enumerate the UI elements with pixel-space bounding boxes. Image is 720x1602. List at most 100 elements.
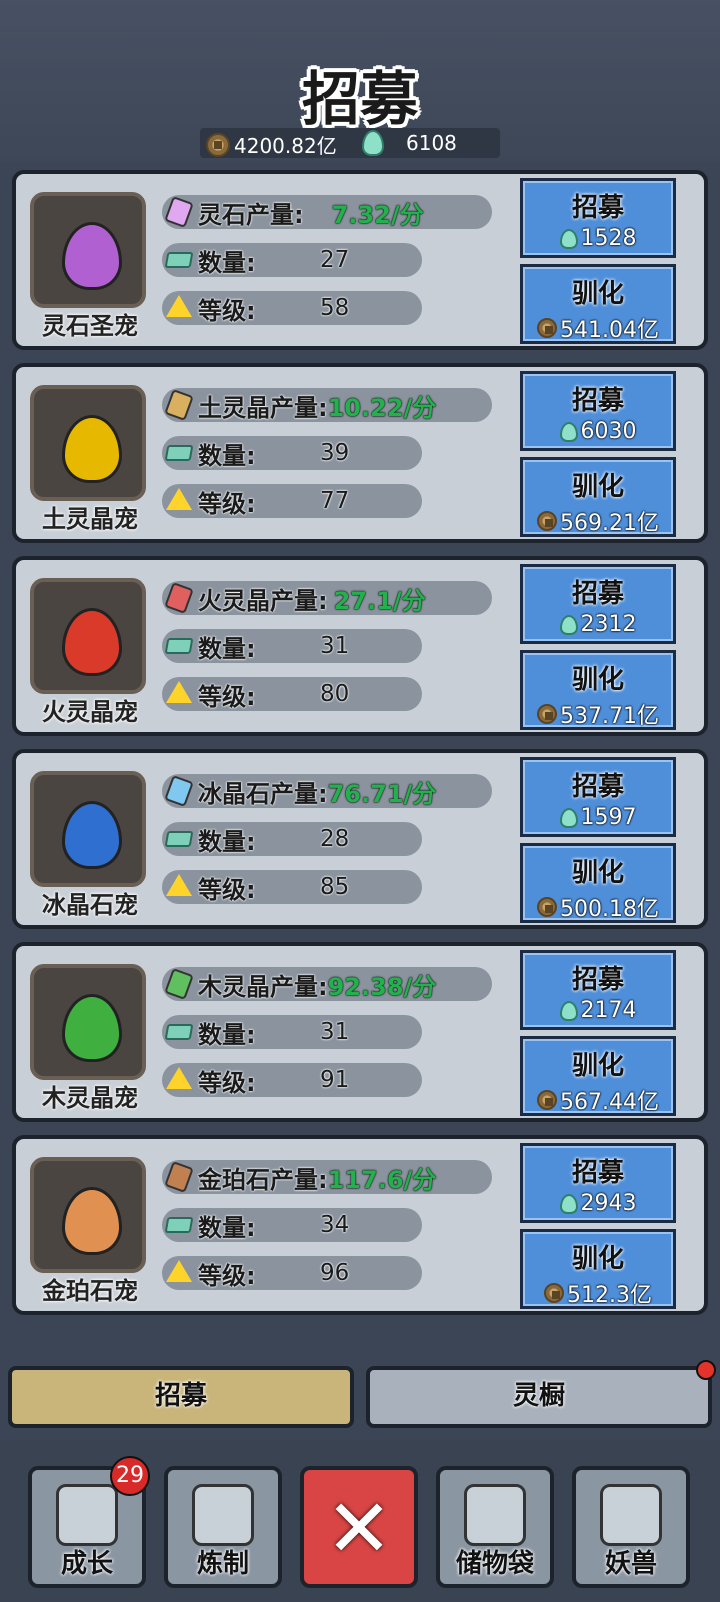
tame-cost-value: 537.71亿 — [560, 704, 659, 729]
count-row: 数量: 34 — [162, 1207, 422, 1243]
header-bar: 招募 4200.82亿 6108 — [0, 0, 720, 162]
production-rate: 92.38/分 — [327, 972, 437, 1001]
layers-icon — [164, 631, 194, 661]
recruit-cost: 2312 — [523, 612, 673, 637]
tame-button[interactable]: 驯化 537.71亿 — [520, 650, 676, 730]
dock-monster-button[interactable]: 妖兽 — [572, 1466, 690, 1588]
recruit-button[interactable]: 招募 2943 — [520, 1143, 676, 1223]
level-value: 77 — [320, 488, 350, 514]
count-value: 34 — [320, 1212, 350, 1238]
level-up-arrow-icon — [164, 1065, 194, 1095]
hammer-anvil-icon — [192, 1484, 254, 1546]
spirit-balance: 6108 — [362, 130, 457, 156]
layers-shape — [164, 445, 194, 461]
tame-button[interactable]: 驯化 569.21亿 — [520, 457, 676, 537]
pet-sprite-icon — [62, 801, 122, 869]
gem-icon — [164, 968, 194, 1000]
tab-recruit[interactable]: 招募 — [8, 1366, 354, 1428]
production-row: 木灵晶产量: 92.38/分 — [162, 966, 492, 1002]
arrow-shape — [166, 1260, 192, 1282]
count-row: 数量: 31 — [162, 628, 422, 664]
dock-growth-button[interactable]: 成长 29 — [28, 1456, 150, 1588]
recruit-cost-value: 6030 — [580, 419, 637, 444]
coin-icon — [537, 704, 557, 724]
pet-sprite-icon — [62, 222, 122, 290]
level-value: 96 — [320, 1260, 350, 1286]
level-value: 58 — [320, 295, 350, 321]
gem-icon — [164, 582, 194, 614]
level-label: 等级: — [198, 1068, 256, 1097]
dock-growth-label: 成长 — [60, 1549, 113, 1579]
layers-icon — [164, 245, 194, 275]
coin-icon — [544, 1283, 564, 1303]
recruit-button[interactable]: 招募 1597 — [520, 757, 676, 837]
production-label: 金珀石产量: — [198, 1165, 328, 1194]
count-label: 数量: — [198, 248, 256, 277]
spirit-flame-icon — [559, 1193, 578, 1214]
coin-icon — [537, 897, 557, 917]
recruit-cost-value: 1597 — [580, 805, 637, 830]
growth-badge: 29 — [110, 1456, 150, 1496]
coin-amount: 4200.82亿 — [234, 134, 337, 158]
tame-label: 驯化 — [571, 1051, 624, 1081]
tame-button[interactable]: 驯化 500.18亿 — [520, 843, 676, 923]
level-row: 等级: 85 — [162, 869, 422, 905]
pet-sprite-icon — [62, 1187, 122, 1255]
dock-close-button[interactable]: ✕ — [300, 1466, 418, 1588]
notification-dot — [696, 1360, 716, 1380]
tame-cost-value: 569.21亿 — [560, 511, 659, 536]
level-label: 等级: — [198, 296, 256, 325]
layers-icon — [164, 1017, 194, 1047]
pet-card: 金珀石宠 金珀石产量: 117.6/分 数量: 34 等级: 96 招募 294… — [12, 1135, 708, 1315]
gem-shape — [164, 582, 194, 614]
tame-label: 驯化 — [571, 1244, 624, 1274]
arrow-shape — [166, 874, 192, 896]
tame-cost: 541.04亿 — [523, 312, 673, 344]
layers-icon — [164, 438, 194, 468]
recruit-label: 招募 — [571, 386, 624, 416]
spirit-flame-icon — [559, 421, 578, 442]
layers-shape — [164, 1217, 194, 1233]
recruit-cost-value: 2943 — [580, 1191, 637, 1216]
pet-portrait — [30, 1157, 146, 1273]
pet-card: 火灵晶宠 火灵晶产量: 27.1/分 数量: 31 等级: 80 招募 2312… — [12, 556, 708, 736]
tame-cost: 537.71亿 — [523, 698, 673, 730]
dock-refine-button[interactable]: 炼制 — [164, 1466, 282, 1588]
pet-sprite-icon — [62, 608, 122, 676]
pet-sprite-icon — [62, 994, 122, 1062]
currency-bar: 4200.82亿 6108 — [200, 128, 500, 158]
spirit-amount: 6108 — [406, 131, 457, 155]
recruit-button[interactable]: 招募 2174 — [520, 950, 676, 1030]
recruit-button[interactable]: 招募 6030 — [520, 371, 676, 451]
level-up-arrow-icon — [164, 293, 194, 323]
recruit-label: 招募 — [571, 1158, 624, 1188]
layers-icon — [164, 824, 194, 854]
production-row: 冰晶石产量: 76.71/分 — [162, 773, 492, 809]
gem-shape — [164, 389, 194, 421]
recruit-button[interactable]: 招募 2312 — [520, 564, 676, 644]
dock-storage-bag-button[interactable]: 储物袋 — [436, 1466, 554, 1588]
layers-shape — [164, 252, 194, 268]
pet-portrait — [30, 192, 146, 308]
level-row: 等级: 91 — [162, 1062, 422, 1098]
recruit-cost-value: 2174 — [580, 998, 637, 1023]
bottom-dock: 成长 29 炼制 ✕ 储物袋 妖兽 — [0, 1440, 720, 1602]
tame-cost-value: 500.18亿 — [560, 897, 659, 922]
count-label: 数量: — [198, 1213, 256, 1242]
tame-button[interactable]: 驯化 541.04亿 — [520, 264, 676, 344]
layers-shape — [164, 1024, 194, 1040]
level-up-arrow-icon — [164, 1258, 194, 1288]
cards-icon — [56, 1484, 118, 1546]
pet-name: 金珀石宠 — [42, 1276, 138, 1305]
recruit-label: 招募 — [571, 965, 624, 995]
recruit-button[interactable]: 招募 1528 — [520, 178, 676, 258]
gem-icon — [164, 1161, 194, 1193]
tab-spirit-cabinet[interactable]: 灵橱 — [366, 1360, 716, 1428]
pet-portrait — [30, 964, 146, 1080]
layers-shape — [164, 831, 194, 847]
count-label: 数量: — [198, 441, 256, 470]
recruit-cost: 1528 — [523, 226, 673, 251]
recruit-label: 招募 — [571, 772, 624, 802]
tame-button[interactable]: 驯化 512.3亿 — [520, 1229, 676, 1309]
tame-button[interactable]: 驯化 567.44亿 — [520, 1036, 676, 1116]
